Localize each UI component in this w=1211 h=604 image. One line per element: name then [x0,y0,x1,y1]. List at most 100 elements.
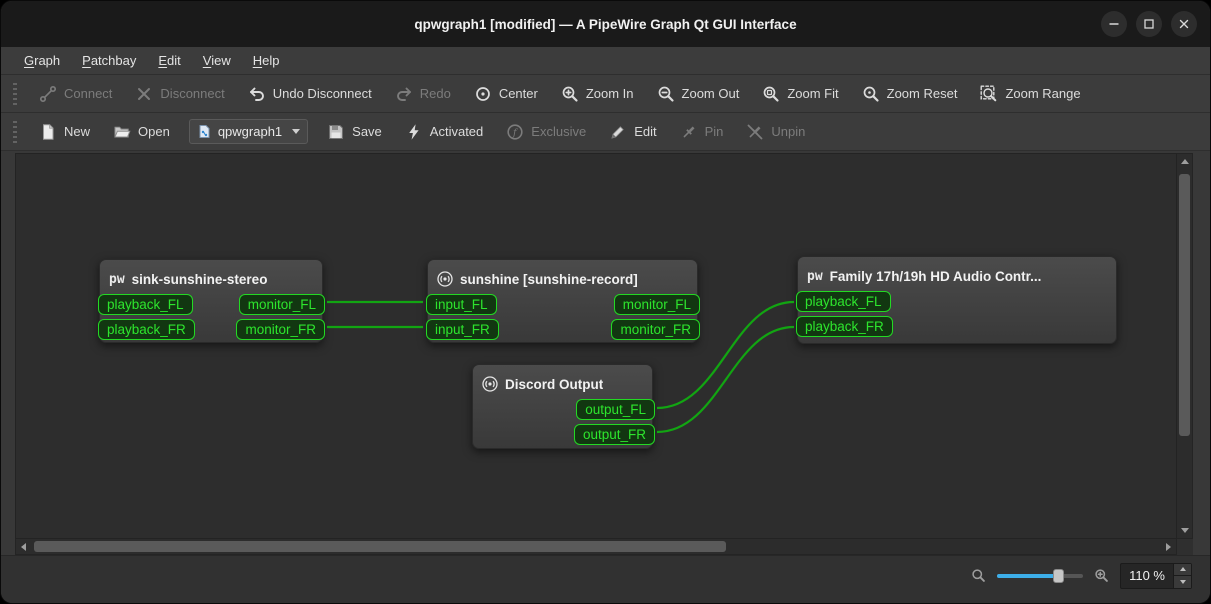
disconnect-icon [138,87,151,100]
node-title: Discord Output [505,376,604,392]
connect-icon [39,85,57,102]
toolbar-grip[interactable] [13,82,17,105]
exclusive-icon: f [507,123,523,140]
minimize-button[interactable] [1101,11,1127,37]
port-monitor-fl[interactable]: monitor_FL [238,294,325,315]
vertical-scrollbar[interactable] [1177,153,1193,539]
pin-button[interactable]: Pin [670,118,734,146]
scrollbar-corner [1177,539,1193,555]
zoom-out-icon [658,86,674,102]
toolbar-grip[interactable] [13,120,17,143]
connection-wires [327,300,795,434]
port-output-fl[interactable]: output_FL [576,399,655,420]
scroll-up-icon[interactable] [1181,159,1189,164]
statusbar: 110 % [1,555,1210,603]
window-controls [1101,11,1197,37]
node-family-hd-audio[interactable]: pw Family 17h/19h HD Audio Contr... play… [796,256,1117,344]
graph-toolbar: Connect Disconnect Undo Disconnect Redo … [1,75,1210,113]
activated-icon [408,123,419,140]
node-sink-sunshine-stereo[interactable]: pw sink-sunshine-stereo playback_FL moni… [98,259,325,343]
zoom-value[interactable]: 110 % [1121,564,1173,588]
disconnect-button[interactable]: Disconnect [125,80,234,108]
patchbay-profile-select[interactable]: qpwgraph1 [188,119,309,144]
port-playback-fl[interactable]: playback_FL [98,294,193,315]
menu-edit[interactable]: Edit [147,49,191,72]
unpin-button[interactable]: Unpin [736,118,815,146]
zoom-range-icon [980,85,997,101]
port-output-fr[interactable]: output_FR [573,424,655,445]
zoom-in-button[interactable]: Zoom In [551,80,644,108]
menu-graph[interactable]: Graph [13,49,71,72]
zoom-slider-handle[interactable] [1053,568,1065,583]
spinner-down-button[interactable] [1174,575,1191,588]
broadcast-icon [437,271,453,287]
port-monitor-fr[interactable]: monitor_FR [236,319,325,340]
zoom-out-button[interactable]: Zoom Out [647,80,750,108]
pipewire-icon: pw [807,268,823,284]
port-input-fl[interactable]: input_FL [426,294,497,315]
horizontal-scrollbar[interactable] [15,539,1177,555]
open-button[interactable]: Open [103,118,180,146]
broadcast-icon [482,376,498,392]
redo-button[interactable]: Redo [385,80,461,108]
vertical-scrollbar-thumb[interactable] [1179,174,1190,436]
center-icon [475,86,490,101]
spinner-down-icon [1179,579,1186,584]
spinner-up-button[interactable] [1174,563,1191,575]
menu-view[interactable]: View [192,49,242,72]
zoom-slider[interactable] [997,567,1084,585]
zoom-slider-fill [997,573,1060,578]
maximize-icon [1144,19,1154,29]
horizontal-scrollbar-thumb[interactable] [34,541,726,552]
node-title: sunshine [sunshine-record] [460,271,638,287]
undo-icon [249,87,264,101]
scroll-right-icon[interactable] [1166,543,1171,551]
node-title: sink-sunshine-stereo [131,271,268,287]
scroll-left-icon[interactable] [21,543,26,551]
port-playback-fr[interactable]: playback_FR [98,319,195,340]
menu-help[interactable]: Help [242,49,291,72]
port-monitor-fl[interactable]: monitor_FL [613,294,700,315]
connect-button[interactable]: Connect [29,80,122,108]
new-file-icon [43,123,54,140]
redo-icon [396,87,411,101]
zoom-in-icon [562,86,578,102]
menu-patchbay[interactable]: Patchbay [71,49,147,72]
titlebar[interactable]: qpwgraph1 [modified] — A PipeWire Graph … [1,1,1210,47]
activated-button[interactable]: Activated [395,118,493,146]
pipewire-icon: pw [109,271,125,287]
node-sunshine-record[interactable]: sunshine [sunshine-record] input_FL moni… [426,259,700,343]
svg-text:f: f [512,127,518,138]
maximize-button[interactable] [1136,11,1162,37]
scroll-down-icon[interactable] [1181,528,1189,533]
close-icon [1179,19,1189,29]
canvas-area: pw sink-sunshine-stereo playback_FL moni… [1,151,1210,555]
port-playback-fl[interactable]: playback_FL [796,291,891,312]
graph-canvas[interactable]: pw sink-sunshine-stereo playback_FL moni… [15,153,1177,539]
node-discord-output[interactable]: Discord Output output_FL output_FR [472,364,655,449]
spinner-up-icon [1179,567,1186,572]
zoom-fit-button[interactable]: Zoom Fit [752,80,848,108]
port-playback-fr[interactable]: playback_FR [796,316,893,337]
edit-button[interactable]: Edit [599,118,666,146]
undo-disconnect-button[interactable]: Undo Disconnect [238,80,382,108]
app-window: qpwgraph1 [modified] — A PipeWire Graph … [0,0,1211,604]
zoom-range-button[interactable]: Zoom Range [970,80,1090,108]
zoom-fit-icon [763,86,779,102]
save-button[interactable]: Save [317,118,392,146]
exclusive-button[interactable]: f Exclusive [496,118,596,146]
patchbay-profile-value: qpwgraph1 [217,124,283,139]
zoom-out-icon [972,569,985,582]
patchbay-file-icon [199,125,210,138]
open-folder-icon [114,126,131,137]
close-button[interactable] [1171,11,1197,37]
port-monitor-fr[interactable]: monitor_FR [611,319,700,340]
port-input-fr[interactable]: input_FR [426,319,499,340]
patchbay-toolbar: New Open qpwgraph1 Save Activated f Excl… [1,113,1210,151]
new-button[interactable]: New [29,118,100,146]
zoom-reset-button[interactable]: Zoom Reset [852,80,968,108]
node-title: Family 17h/19h HD Audio Contr... [829,268,1042,284]
zoom-spinbox[interactable]: 110 % [1120,562,1192,589]
center-button[interactable]: Center [464,80,548,108]
pin-icon [683,125,695,137]
